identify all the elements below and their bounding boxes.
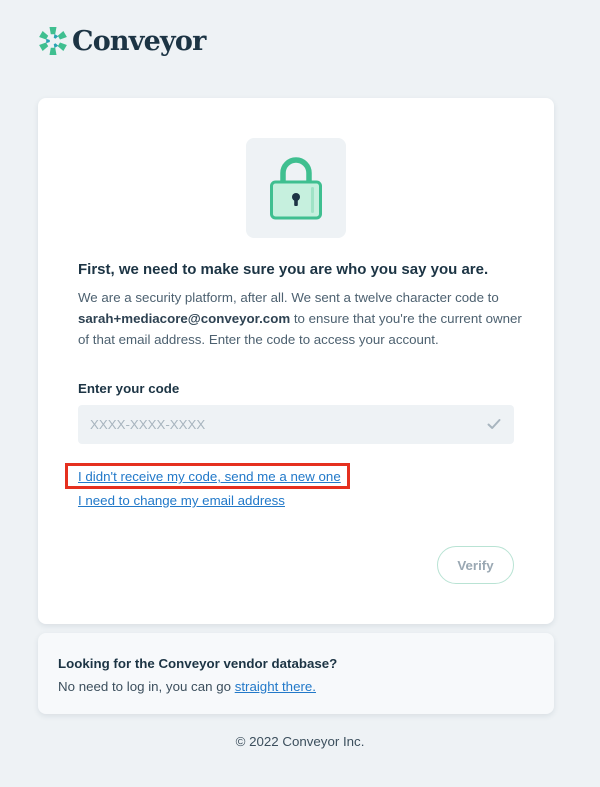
change-email-link[interactable]: I need to change my email address (78, 493, 285, 508)
vendor-title: Looking for the Conveyor vendor database… (58, 656, 338, 671)
copyright-footer: © 2022 Conveyor Inc. (235, 734, 365, 749)
conveyor-star-icon (39, 27, 67, 55)
brand-name: Conveyor (72, 25, 206, 57)
vendor-database-card: Looking for the Conveyor vendor database… (38, 633, 554, 714)
vendor-text: No need to log in, you can go (58, 679, 235, 694)
instructions-text-start: We are a security platform, after all. W… (78, 290, 499, 305)
instructions-text: We are a security platform, after all. W… (78, 287, 524, 350)
verification-card: First, we need to make sure you are who … (38, 98, 554, 624)
checkmark-icon (487, 419, 501, 429)
resend-code-link[interactable]: I didn't receive my code, send me a new … (78, 469, 341, 484)
code-input[interactable] (78, 405, 458, 444)
vendor-subtext: No need to log in, you can go straight t… (58, 679, 316, 694)
vendor-database-link[interactable]: straight there. (235, 679, 316, 694)
lock-icon-tile (246, 138, 346, 238)
recipient-email: sarah+mediacore@conveyor.com (78, 311, 291, 326)
page-title: First, we need to make sure you are who … (78, 261, 489, 278)
verify-button[interactable]: Verify (437, 546, 514, 584)
conveyor-logo[interactable]: Conveyor (38, 24, 206, 58)
code-label: Enter your code (78, 381, 180, 396)
code-field (78, 405, 514, 444)
lock-icon (270, 157, 322, 220)
